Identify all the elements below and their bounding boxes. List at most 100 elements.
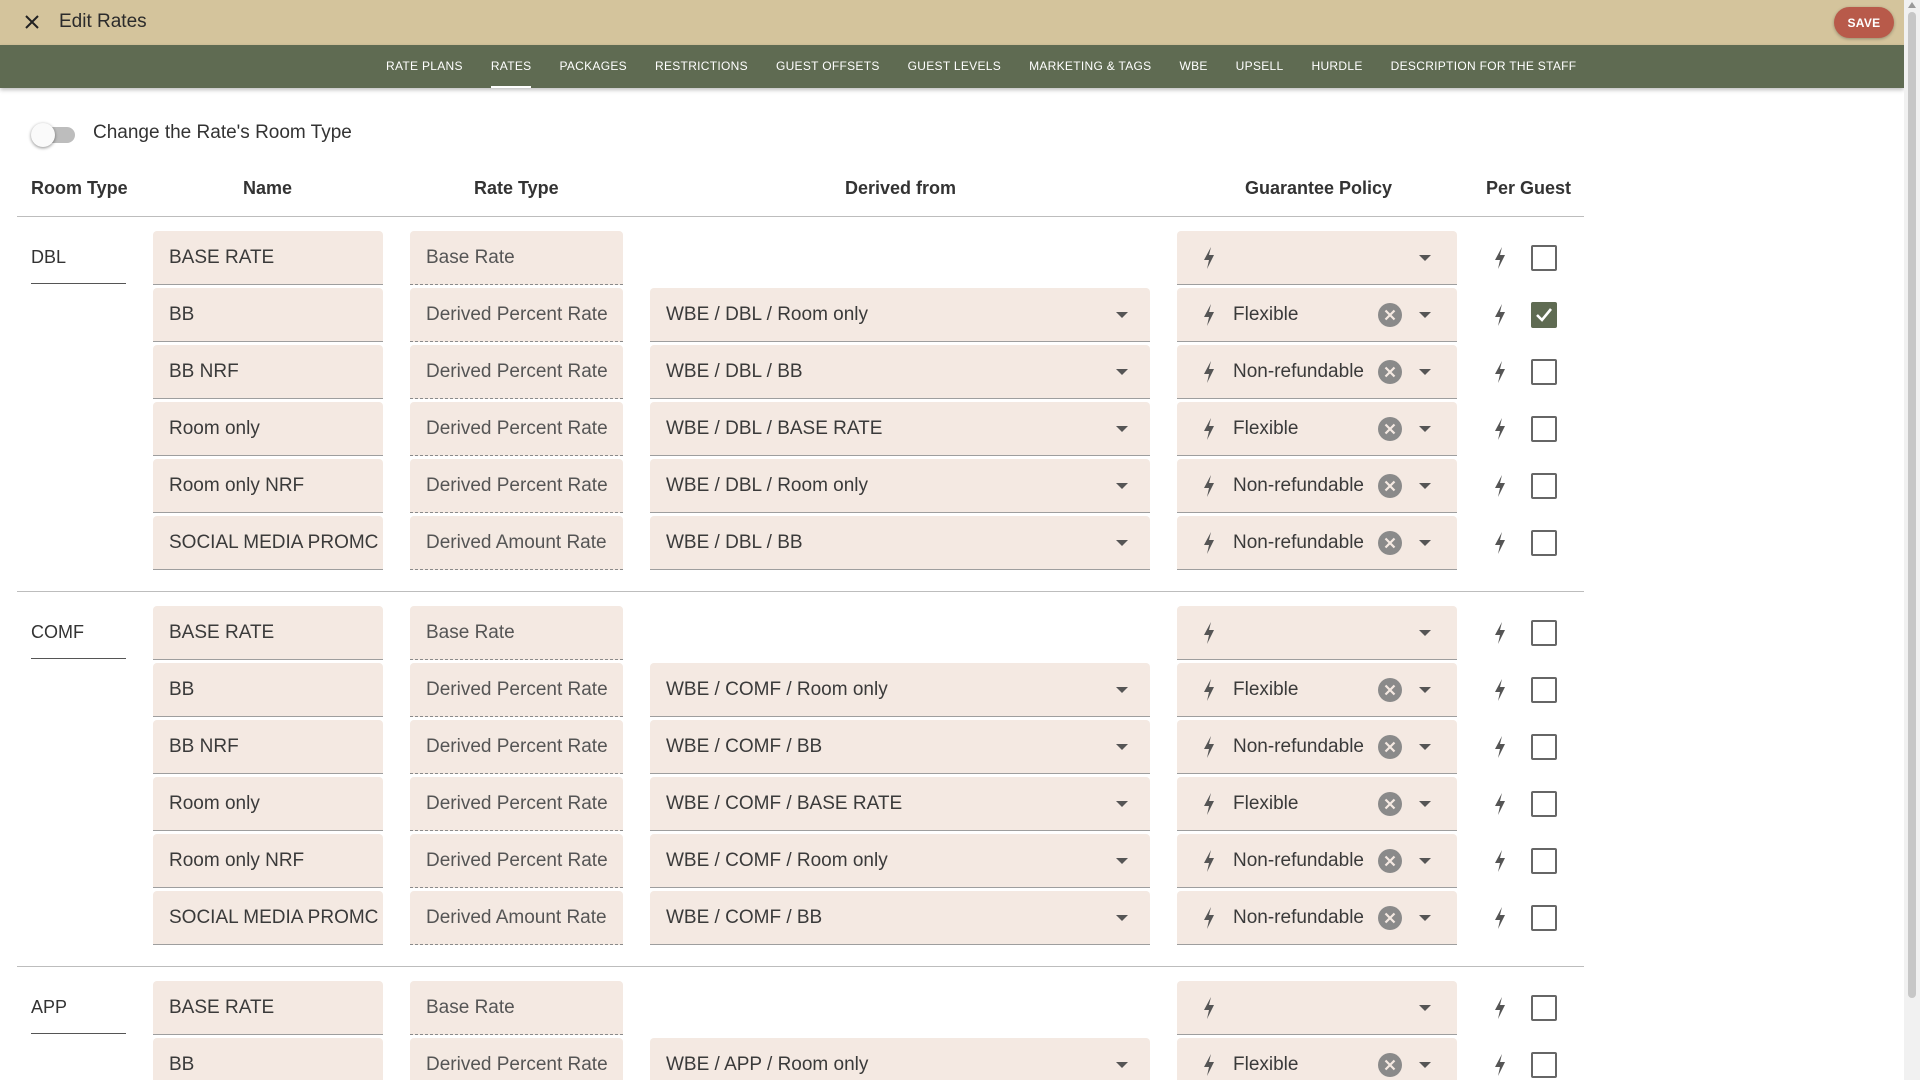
chevron-down-icon[interactable] — [1419, 483, 1431, 489]
per-guest-checkbox[interactable] — [1531, 620, 1557, 646]
chevron-down-icon[interactable] — [1419, 426, 1431, 432]
clear-icon[interactable] — [1377, 416, 1403, 442]
guarantee-policy-select[interactable] — [1177, 981, 1457, 1035]
per-guest-checkbox[interactable] — [1531, 791, 1557, 817]
tab-wbe[interactable]: WBE — [1165, 45, 1221, 88]
rate-name-field[interactable]: BASE RATE — [153, 231, 383, 285]
chevron-down-icon[interactable] — [1116, 426, 1128, 432]
guarantee-policy-select[interactable]: Flexible — [1177, 288, 1457, 342]
chevron-down-icon[interactable] — [1419, 369, 1431, 375]
chevron-down-icon[interactable] — [1419, 744, 1431, 750]
chevron-down-icon[interactable] — [1116, 1062, 1128, 1068]
rate-name-field[interactable]: Room only — [153, 777, 383, 831]
chevron-down-icon[interactable] — [1116, 312, 1128, 318]
chevron-down-icon[interactable] — [1116, 369, 1128, 375]
tab-guest-offsets[interactable]: GUEST OFFSETS — [762, 45, 894, 88]
rate-name-field[interactable]: BB — [153, 663, 383, 717]
rate-name-field[interactable]: Room only — [153, 402, 383, 456]
chevron-down-icon[interactable] — [1116, 858, 1128, 864]
scroll-thumb[interactable] — [1908, 12, 1916, 998]
guarantee-policy-select[interactable]: Non-refundable — [1177, 720, 1457, 774]
per-guest-checkbox[interactable] — [1531, 995, 1557, 1021]
chevron-down-icon[interactable] — [1419, 630, 1431, 636]
guarantee-policy-select[interactable] — [1177, 231, 1457, 285]
chevron-down-icon[interactable] — [1419, 540, 1431, 546]
rate-name-field[interactable]: SOCIAL MEDIA PROMC — [153, 516, 383, 570]
chevron-down-icon[interactable] — [1116, 744, 1128, 750]
guarantee-policy-select[interactable]: Flexible — [1177, 663, 1457, 717]
per-guest-checkbox[interactable] — [1531, 473, 1557, 499]
derived-from-select[interactable]: WBE / APP / Room only — [650, 1038, 1150, 1080]
tab-description-for-the-staff[interactable]: DESCRIPTION FOR THE STAFF — [1377, 45, 1591, 88]
chevron-down-icon[interactable] — [1116, 801, 1128, 807]
guarantee-policy-select[interactable]: Non-refundable — [1177, 459, 1457, 513]
per-guest-checkbox[interactable] — [1531, 734, 1557, 760]
per-guest-checkbox[interactable] — [1531, 1052, 1557, 1078]
guarantee-policy-select[interactable]: Non-refundable — [1177, 516, 1457, 570]
chevron-down-icon[interactable] — [1419, 1062, 1431, 1068]
chevron-down-icon[interactable] — [1116, 540, 1128, 546]
guarantee-policy-select[interactable]: Non-refundable — [1177, 891, 1457, 945]
clear-icon[interactable] — [1377, 302, 1403, 328]
tab-restrictions[interactable]: RESTRICTIONS — [641, 45, 762, 88]
tab-hurdle[interactable]: HURDLE — [1298, 45, 1377, 88]
clear-icon[interactable] — [1377, 1052, 1403, 1078]
guarantee-policy-select[interactable]: Non-refundable — [1177, 345, 1457, 399]
per-guest-checkbox[interactable] — [1531, 905, 1557, 931]
chevron-down-icon[interactable] — [1116, 483, 1128, 489]
chevron-down-icon[interactable] — [1419, 687, 1431, 693]
clear-icon[interactable] — [1377, 473, 1403, 499]
per-guest-checkbox[interactable] — [1531, 530, 1557, 556]
guarantee-policy-select[interactable] — [1177, 606, 1457, 660]
rate-name-field[interactable]: BASE RATE — [153, 981, 383, 1035]
tab-marketing-tags[interactable]: MARKETING & TAGS — [1015, 45, 1165, 88]
clear-icon[interactable] — [1377, 530, 1403, 556]
rate-name-field[interactable]: BB — [153, 288, 383, 342]
rate-name-field[interactable]: Room only NRF — [153, 834, 383, 888]
guarantee-policy-select[interactable]: Flexible — [1177, 777, 1457, 831]
tab-rates[interactable]: RATES — [477, 45, 546, 88]
derived-from-select[interactable]: WBE / COMF / Room only — [650, 663, 1150, 717]
guarantee-policy-select[interactable]: Flexible — [1177, 402, 1457, 456]
derived-from-select[interactable]: WBE / DBL / BASE RATE — [650, 402, 1150, 456]
tab-guest-levels[interactable]: GUEST LEVELS — [894, 45, 1015, 88]
derived-from-select[interactable]: WBE / COMF / Room only — [650, 834, 1150, 888]
rate-name-field[interactable]: BASE RATE — [153, 606, 383, 660]
derived-from-select[interactable]: WBE / DBL / Room only — [650, 288, 1150, 342]
clear-icon[interactable] — [1377, 848, 1403, 874]
chevron-down-icon[interactable] — [1419, 312, 1431, 318]
chevron-down-icon[interactable] — [1419, 1005, 1431, 1011]
chevron-down-icon[interactable] — [1419, 255, 1431, 261]
derived-from-select[interactable]: WBE / DBL / BB — [650, 516, 1150, 570]
clear-icon[interactable] — [1377, 791, 1403, 817]
per-guest-checkbox[interactable] — [1531, 677, 1557, 703]
scroll-up-icon[interactable] — [1908, 2, 1916, 8]
chevron-down-icon[interactable] — [1419, 801, 1431, 807]
per-guest-checkbox[interactable] — [1531, 302, 1557, 328]
derived-from-select[interactable]: WBE / COMF / BASE RATE — [650, 777, 1150, 831]
derived-from-select[interactable]: WBE / COMF / BB — [650, 720, 1150, 774]
clear-icon[interactable] — [1377, 359, 1403, 385]
tab-upsell[interactable]: UPSELL — [1222, 45, 1298, 88]
tab-rate-plans[interactable]: RATE PLANS — [372, 45, 477, 88]
tab-packages[interactable]: PACKAGES — [545, 45, 641, 88]
derived-from-select[interactable]: WBE / DBL / BB — [650, 345, 1150, 399]
chevron-down-icon[interactable] — [1116, 687, 1128, 693]
clear-icon[interactable] — [1377, 734, 1403, 760]
room-type-toggle[interactable] — [31, 123, 77, 147]
guarantee-policy-select[interactable]: Non-refundable — [1177, 834, 1457, 888]
rate-name-field[interactable]: BB NRF — [153, 720, 383, 774]
derived-from-select[interactable]: WBE / COMF / BB — [650, 891, 1150, 945]
close-button[interactable] — [17, 7, 47, 37]
clear-icon[interactable] — [1377, 677, 1403, 703]
clear-icon[interactable] — [1377, 905, 1403, 931]
rate-name-field[interactable]: SOCIAL MEDIA PROMC — [153, 891, 383, 945]
rate-name-field[interactable]: BB — [153, 1038, 383, 1080]
rate-name-field[interactable]: BB NRF — [153, 345, 383, 399]
chevron-down-icon[interactable] — [1116, 915, 1128, 921]
rate-name-field[interactable]: Room only NRF — [153, 459, 383, 513]
chevron-down-icon[interactable] — [1419, 858, 1431, 864]
per-guest-checkbox[interactable] — [1531, 848, 1557, 874]
per-guest-checkbox[interactable] — [1531, 416, 1557, 442]
per-guest-checkbox[interactable] — [1531, 359, 1557, 385]
